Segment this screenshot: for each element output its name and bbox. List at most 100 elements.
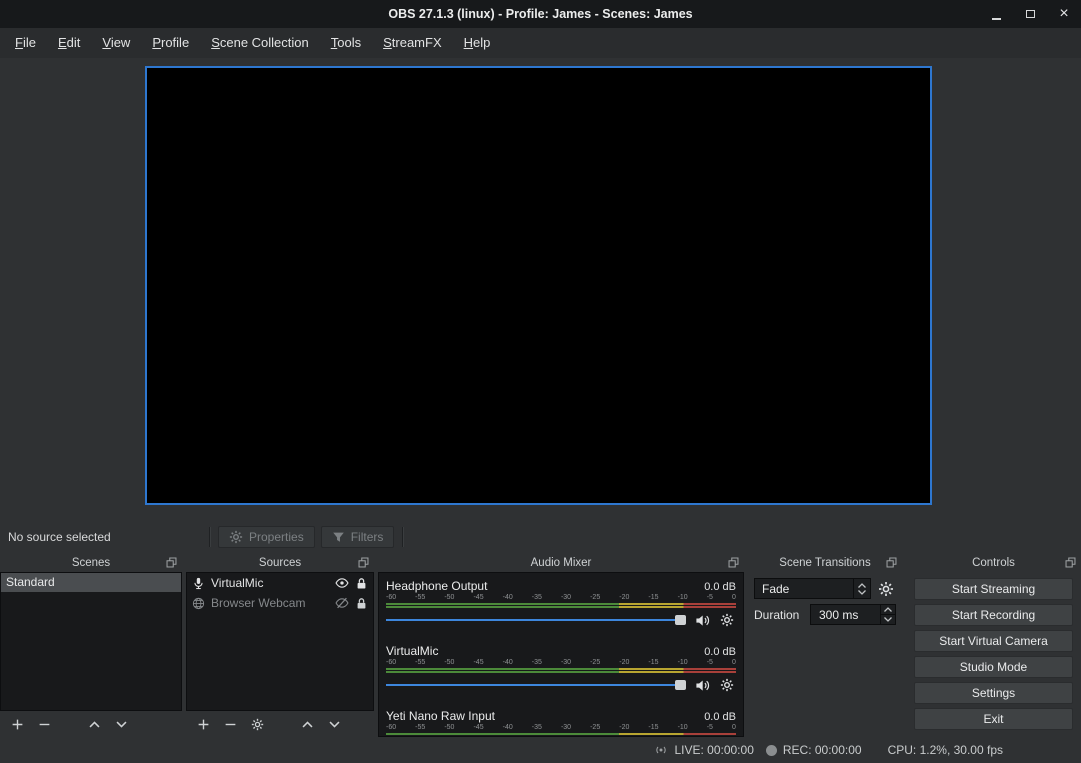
settings-button[interactable]: Settings bbox=[914, 682, 1073, 704]
mute-button[interactable] bbox=[693, 676, 711, 694]
mixer-options-button[interactable] bbox=[718, 676, 736, 694]
transition-properties-button[interactable] bbox=[876, 579, 896, 599]
audio-mixer-dock: Audio Mixer Headphone Output 0.0 dB -60-… bbox=[378, 554, 744, 737]
meter-tick-label: -10 bbox=[678, 658, 688, 667]
duration-spinbox[interactable]: 300 ms bbox=[810, 604, 896, 625]
sources-list[interactable]: VirtualMic Browser Webcam bbox=[186, 572, 374, 711]
meter-tick-label: -40 bbox=[503, 723, 513, 732]
mixer-channel-level: 0.0 dB bbox=[704, 581, 736, 593]
dock-popout-icon[interactable] bbox=[886, 557, 897, 568]
menu-help[interactable]: Help bbox=[453, 28, 502, 58]
start-streaming-button[interactable]: Start Streaming bbox=[914, 578, 1073, 600]
minimize-button[interactable] bbox=[987, 0, 1005, 28]
scenes-dock-header[interactable]: Scenes bbox=[0, 554, 182, 572]
close-button[interactable] bbox=[1055, 0, 1073, 28]
scene-transitions-dock-title: Scene Transitions bbox=[779, 557, 870, 569]
meter-tick-label: -25 bbox=[590, 723, 600, 732]
gear-icon bbox=[878, 581, 894, 597]
dock-popout-icon[interactable] bbox=[1065, 557, 1076, 568]
mixer-options-button[interactable] bbox=[718, 611, 736, 629]
combo-spinner[interactable] bbox=[853, 579, 870, 598]
maximize-button[interactable] bbox=[1021, 0, 1039, 28]
source-item-browser-webcam[interactable]: Browser Webcam bbox=[187, 593, 373, 613]
meter-tick-label: -20 bbox=[619, 658, 629, 667]
remove-scene-button[interactable] bbox=[36, 716, 52, 732]
meter-bar bbox=[386, 668, 736, 670]
properties-button[interactable]: Properties bbox=[218, 526, 315, 548]
scene-move-down-button[interactable] bbox=[113, 716, 129, 732]
scene-transitions-dock-header[interactable]: Scene Transitions bbox=[748, 554, 902, 572]
meter-tick-label: -10 bbox=[678, 593, 688, 602]
scene-item-standard[interactable]: Standard bbox=[1, 573, 181, 592]
window-buttons bbox=[987, 0, 1073, 28]
start-virtual-camera-button[interactable]: Start Virtual Camera bbox=[914, 630, 1073, 652]
filters-button[interactable]: Filters bbox=[321, 526, 395, 548]
scene-transitions-dock: Scene Transitions Fade bbox=[748, 554, 902, 737]
studio-mode-button[interactable]: Studio Mode bbox=[914, 656, 1073, 678]
meter-scale: -60-55-50-45-40-35-30-25-20-15-10-50 bbox=[386, 593, 736, 602]
lock-icon[interactable] bbox=[355, 597, 368, 610]
rec-time: REC: 00:00:00 bbox=[783, 743, 862, 757]
lock-icon[interactable] bbox=[355, 577, 368, 590]
add-source-button[interactable] bbox=[195, 716, 211, 732]
meter-tick-label: -5 bbox=[707, 658, 713, 667]
start-recording-button[interactable]: Start Recording bbox=[914, 604, 1073, 626]
sources-dock-header[interactable]: Sources bbox=[186, 554, 374, 572]
preview-canvas[interactable] bbox=[145, 66, 932, 505]
maximize-icon bbox=[1026, 10, 1035, 18]
chevron-up-icon bbox=[884, 607, 892, 612]
cpu-fps-stats: CPU: 1.2%, 30.00 fps bbox=[888, 743, 1003, 757]
chevron-down-icon bbox=[115, 718, 128, 731]
menu-edit[interactable]: Edit bbox=[47, 28, 91, 58]
source-move-up-button[interactable] bbox=[299, 716, 315, 732]
meter-tick-label: -45 bbox=[473, 593, 483, 602]
menu-tools[interactable]: Tools bbox=[320, 28, 372, 58]
minus-icon bbox=[38, 718, 51, 731]
meter-tick-label: -10 bbox=[678, 723, 688, 732]
source-properties-button[interactable] bbox=[249, 716, 265, 732]
rec-status: REC: 00:00:00 bbox=[766, 743, 862, 757]
exit-button[interactable]: Exit bbox=[914, 708, 1073, 730]
eye-icon[interactable] bbox=[335, 576, 349, 590]
source-item-virtualmic[interactable]: VirtualMic bbox=[187, 573, 373, 593]
dock-popout-icon[interactable] bbox=[358, 557, 369, 568]
menu-profile[interactable]: Profile bbox=[141, 28, 200, 58]
controls-dock-header[interactable]: Controls bbox=[906, 554, 1081, 572]
sources-toolbar bbox=[186, 711, 374, 737]
meter-tick-label: -45 bbox=[473, 658, 483, 667]
eye-off-icon[interactable] bbox=[335, 596, 349, 610]
toolbar-separator bbox=[209, 527, 210, 547]
audio-mixer-dock-header[interactable]: Audio Mixer bbox=[378, 554, 744, 572]
remove-source-button[interactable] bbox=[222, 716, 238, 732]
volume-slider[interactable] bbox=[386, 613, 686, 627]
statusbar: LIVE: 00:00:00 REC: 00:00:00 CPU: 1.2%, … bbox=[0, 737, 1081, 763]
add-scene-button[interactable] bbox=[9, 716, 25, 732]
meter-tick-label: -35 bbox=[532, 658, 542, 667]
microphone-icon bbox=[192, 577, 205, 590]
menu-view[interactable]: View bbox=[91, 28, 141, 58]
window-title: OBS 27.1.3 (linux) - Profile: James - Sc… bbox=[0, 7, 1081, 21]
scene-move-up-button[interactable] bbox=[86, 716, 102, 732]
dock-popout-icon[interactable] bbox=[728, 557, 739, 568]
volume-slider[interactable] bbox=[386, 678, 686, 692]
mute-button[interactable] bbox=[693, 611, 711, 629]
meter-tick-label: -15 bbox=[648, 658, 658, 667]
scene-transitions-body: Fade Duration 300 ms bbox=[748, 572, 902, 630]
meter-tick-label: -15 bbox=[648, 723, 658, 732]
dock-popout-icon[interactable] bbox=[166, 557, 177, 568]
menu-file[interactable]: File bbox=[4, 28, 47, 58]
slider-track bbox=[386, 619, 686, 621]
duration-decrease-button[interactable] bbox=[881, 614, 895, 624]
menu-streamfx[interactable]: StreamFX bbox=[372, 28, 453, 58]
scenes-list[interactable]: Standard bbox=[0, 572, 182, 711]
transition-select[interactable]: Fade bbox=[754, 578, 871, 599]
source-move-down-button[interactable] bbox=[326, 716, 342, 732]
meter-bar bbox=[386, 733, 736, 735]
minus-icon bbox=[224, 718, 237, 731]
meter-bar bbox=[386, 603, 736, 605]
menu-scene-collection[interactable]: Scene Collection bbox=[200, 28, 320, 58]
mixer-channel-virtualmic: VirtualMic 0.0 dB -60-55-50-45-40-35-30-… bbox=[386, 640, 736, 697]
volume-slider-handle[interactable] bbox=[675, 615, 686, 625]
volume-slider-handle[interactable] bbox=[675, 680, 686, 690]
duration-increase-button[interactable] bbox=[881, 605, 895, 614]
